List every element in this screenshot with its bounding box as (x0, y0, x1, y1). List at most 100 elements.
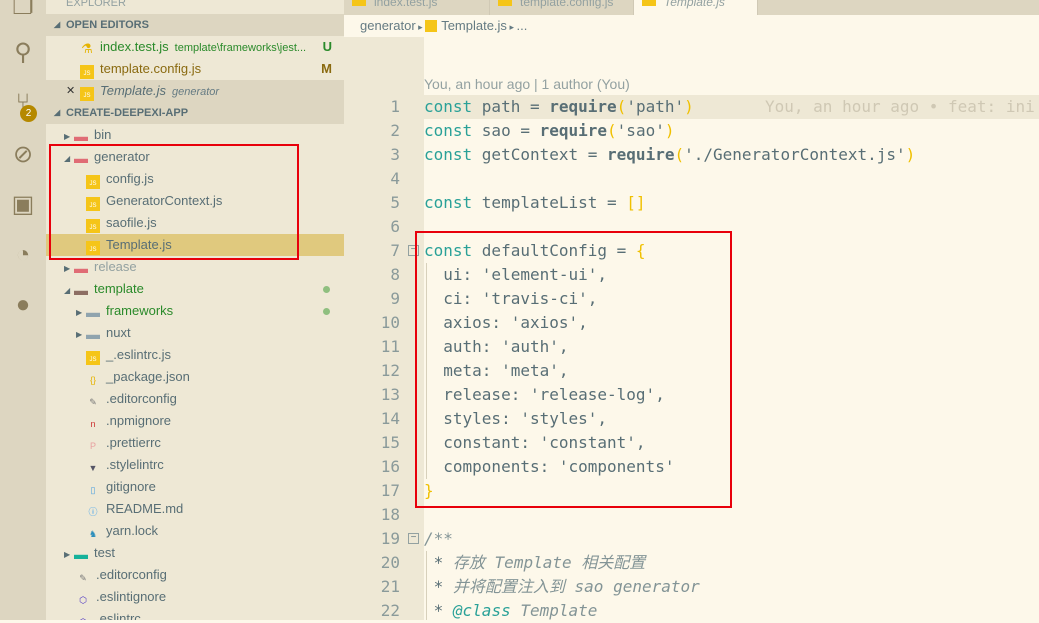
tree-item--editorconfig[interactable]: ✎ .editorconfig (46, 564, 344, 586)
code-token: const (424, 97, 482, 116)
line-number: 4 (390, 169, 400, 188)
files-icon[interactable]: ❐ (8, 0, 38, 22)
github-icon[interactable]: ● (8, 290, 38, 320)
code-token: * (424, 553, 453, 572)
file-description: template\frameworks\jest... (174, 42, 307, 54)
tree-item-gitignore[interactable]: ▯ gitignore (46, 476, 344, 498)
gitlens-icon[interactable]: ◔ (8, 240, 38, 270)
code-line: /** (424, 527, 453, 551)
code-token: 并将配置注入到 sao generator (452, 577, 700, 596)
code-token: const (424, 145, 482, 164)
line-number: 11 (380, 337, 400, 356)
js-file-icon: JS (86, 351, 100, 365)
code-line: const sao = require('sao') (424, 119, 674, 143)
js-file-icon (352, 0, 366, 6)
flask-icon: ⚗ (81, 41, 93, 56)
line-number: 12 (380, 361, 400, 380)
extensions-icon[interactable]: ▣ (8, 190, 38, 220)
code-token: require (549, 97, 617, 116)
tab-bar: index.test.js template.config.js Template.… (344, 0, 1039, 15)
breadcrumb-item[interactable]: Template.js (441, 18, 507, 33)
highlight-box (49, 144, 299, 260)
tree-item-nuxt[interactable]: ▶ ▬ nuxt (46, 322, 344, 344)
line-number: 9 (390, 289, 400, 308)
tree-item-bin[interactable]: ▶ ▬ bin (46, 124, 344, 146)
file-name: .eslintrc (96, 611, 141, 620)
line-number: 15 (380, 433, 400, 452)
section-label: OPEN EDITORS (66, 19, 149, 31)
tab-index-test-js[interactable]: index.test.js (344, 0, 490, 15)
folder-icon: ▬ (74, 282, 88, 298)
file-name: .npmignore (106, 413, 172, 428)
breadcrumb-item[interactable]: ... (516, 18, 527, 33)
code-token: * (424, 577, 453, 596)
code-token: ) (664, 121, 675, 140)
tab-template-config-js[interactable]: template.config.js (490, 0, 634, 15)
chevron-right-icon: ▶ (76, 308, 83, 317)
code-token: templateList = (481, 193, 627, 212)
code-token: 相关配置 (571, 553, 646, 572)
tree-item--eslintignore[interactable]: ⬡ .eslintignore (46, 586, 344, 608)
line-number: 14 (380, 409, 400, 428)
code-token: require (607, 145, 675, 164)
open-editors-header[interactable]: ◢ OPEN EDITORS (46, 14, 344, 36)
code-token: getContext = (481, 145, 608, 164)
file-name: .editorconfig (106, 391, 177, 406)
eslint-icon: ⬡ (79, 595, 87, 605)
search-icon[interactable]: ⚲ (8, 38, 38, 68)
chevron-right-icon: ▶ (76, 330, 83, 339)
file-name: .prettierrc (106, 435, 161, 450)
tree-item---eslintrc-js[interactable]: JS _.eslintrc.js (46, 344, 344, 366)
file-name: frameworks (106, 303, 174, 318)
tree-item--package-json[interactable]: {} _package.json (46, 366, 344, 388)
code-token: ( (616, 97, 627, 116)
open-editor-item[interactable]: ⚗ index.test.js template\frameworks\jest..… (46, 36, 344, 58)
line-number: 3 (390, 145, 400, 164)
debug-icon[interactable]: ⊘ (8, 140, 38, 170)
js-file-icon (642, 0, 656, 6)
tree-item--npmignore[interactable]: n .npmignore (46, 410, 344, 432)
tree-item--prettierrc[interactable]: P .prettierrc (46, 432, 344, 454)
tree-item--eslintrc[interactable]: ⬡ .eslintrc (46, 608, 344, 620)
json-icon: {} (89, 375, 96, 385)
line-number: 20 (380, 553, 400, 572)
chevron-down-icon: ◢ (64, 286, 71, 295)
open-editor-item[interactable]: JS template.config.js M (46, 58, 344, 80)
tree-item-readme-md[interactable]: ⓘ README.md (46, 498, 344, 520)
codelens[interactable]: You, an hour ago | 1 author (You) (424, 76, 630, 92)
file-name: _.eslintrc.js (106, 347, 172, 362)
tree-item--editorconfig[interactable]: ✎ .editorconfig (46, 388, 344, 410)
tree-item-template[interactable]: ◢ ▬ template (46, 278, 344, 300)
git-status: M (321, 61, 332, 76)
project-header[interactable]: ◢ CREATE-DEEPEXI-APP (46, 102, 344, 124)
yarn-icon: ♞ (88, 529, 98, 539)
file-name: .stylelintrc (106, 457, 164, 472)
tree-item-test[interactable]: ▶ ▬ test (46, 542, 344, 564)
tree-item-frameworks[interactable]: ▶ ▬ frameworks (46, 300, 344, 322)
file-name: template.config.js (100, 61, 202, 76)
modified-dot (323, 308, 330, 315)
code-line: const getContext = require('./GeneratorC… (424, 143, 915, 167)
line-number: 19 (380, 529, 400, 548)
chevron-right-icon: ▶ (64, 264, 71, 273)
code-line: const path = require('path') (424, 95, 694, 119)
line-number: 22 (380, 601, 400, 620)
tree-item--stylelintrc[interactable]: ▼ .stylelintrc (46, 454, 344, 476)
js-file-icon: JS (80, 65, 94, 79)
code-line: * 并将配置注入到 sao generator (424, 575, 700, 599)
fold-icon[interactable]: − (408, 533, 419, 544)
folder-icon: ▬ (86, 326, 100, 342)
close-icon[interactable]: ✕ (66, 80, 75, 102)
stylelint-icon: ▼ (88, 463, 98, 473)
tree-item-yarn-lock[interactable]: ♞ yarn.lock (46, 520, 344, 542)
breadcrumb-item[interactable]: generator (360, 18, 416, 33)
file-name: _package.json (106, 369, 190, 384)
open-editor-item[interactable]: ✕ JS Template.js generator (46, 80, 344, 102)
line-number: 10 (380, 313, 400, 332)
code-token: * (424, 601, 453, 620)
blame-annotation: You, an hour ago • feat: ini (765, 97, 1035, 116)
tab-template-js[interactable]: Template.js (634, 0, 758, 15)
chevron-right-icon: ▶ (64, 550, 71, 559)
scm-badge: 2 (20, 105, 37, 122)
breadcrumb: generator ▸ Template.js ▸ ... (344, 15, 1039, 37)
